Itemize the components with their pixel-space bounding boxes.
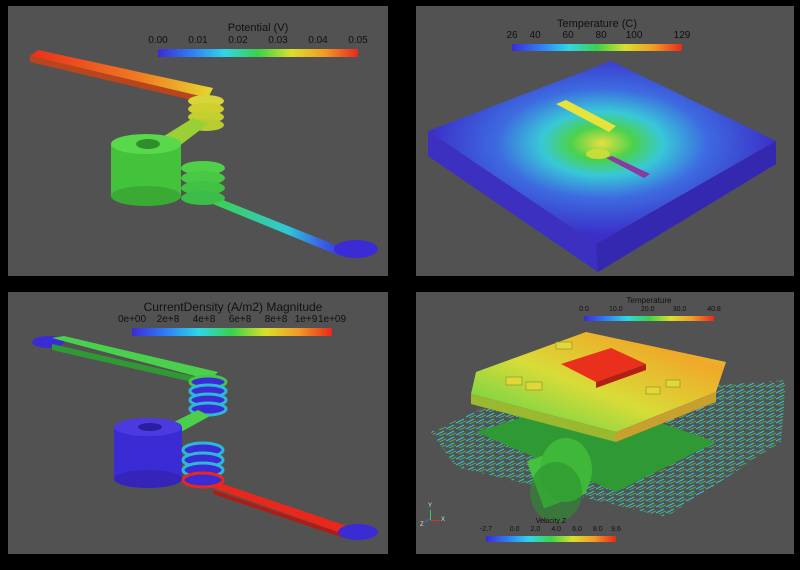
current-density-tick: 2e+8 [156, 314, 180, 325]
current-density-tick: 8e+8 [264, 314, 288, 325]
current-density-tick: 4e+8 [192, 314, 216, 325]
temperature-colorbar [512, 44, 682, 51]
temperature-tick: 60 [562, 30, 574, 41]
board-temperature-tick: 30.0 [672, 306, 687, 313]
velocity-tick: 8.0 [592, 526, 603, 533]
potential-tick: 0.01 [188, 35, 208, 46]
board-temperature-colorbar-title: Temperature [626, 296, 672, 305]
panel-temperature: Temperature (C) 26 40 60 80 100 129 [416, 6, 794, 276]
potential-tick: 0.04 [308, 35, 328, 46]
bottom-coil [181, 441, 225, 489]
potential-colorbar [158, 49, 358, 57]
potential-tick: 0.00 [148, 35, 168, 46]
current-density-tick: 6e+8 [228, 314, 252, 325]
panel-current-density: CurrentDensity (A/m2) Magnitude 0e+00 2e… [8, 292, 388, 554]
current-density-colorbar-title: CurrentDensity (A/m2) Magnitude [143, 300, 323, 314]
board-temperature-tick: 40.8 [707, 306, 721, 313]
panel-potential: Potential (V) 0.00 0.01 0.02 0.03 0.04 0… [8, 6, 388, 276]
bottom-coil [181, 161, 225, 205]
current-density-tick: 0e+00 [117, 314, 147, 325]
temperature-tick: 26 [506, 30, 518, 41]
axis-x-label: X [441, 517, 446, 523]
potential-colorbar-title: Potential (V) [227, 22, 289, 34]
axis-y-label: Y [428, 503, 433, 509]
temperature-tick: 40 [529, 30, 541, 41]
current-density-colorbar [132, 328, 332, 336]
velocity-tick: 9.6 [611, 526, 621, 533]
potential-colorbar-ticks: 0.00 0.01 0.02 0.03 0.04 0.05 [148, 35, 367, 48]
panel-airflow: Temperature 0.0 10.0 20.0 30.0 40.8 Y X … [416, 292, 794, 554]
current-density-colorbar-ticks: 0e+00 2e+8 4e+8 6e+8 8e+8 1e+9 1e+09 [118, 314, 346, 327]
velocity-tick: 4.0 [551, 526, 562, 533]
board-temperature-tick: 0.0 [579, 306, 589, 313]
axes-triad: Y X Z [420, 503, 446, 528]
potential-tick: 0.02 [228, 35, 248, 46]
temperature-tick: 80 [595, 30, 607, 41]
axis-z-label: Z [420, 522, 424, 528]
board-temperature-colorbar-ticks: 0.0 10.0 20.0 30.0 40.8 [579, 306, 721, 316]
current-density-tick: 1e+9 [294, 314, 318, 325]
temperature-tick: 129 [673, 30, 691, 41]
velocity-tick: 0.0 [509, 526, 520, 533]
board-temperature-colorbar [584, 316, 714, 321]
velocity-tick: 6.0 [572, 526, 582, 533]
velocity-colorbar-title: Velocity Z [535, 518, 567, 525]
potential-tick: 0.03 [268, 35, 288, 46]
velocity-colorbar [486, 536, 616, 542]
cylinder [111, 134, 181, 206]
velocity-colorbar-ticks: -2.7 0.0 2.0 4.0 6.0 8.0 9.6 [480, 526, 621, 536]
cylinder [114, 418, 182, 488]
temperature-colorbar-title: Temperature (C) [556, 18, 638, 30]
current-density-tick: 1e+09 [317, 314, 347, 325]
potential-tick: 0.05 [348, 35, 368, 46]
top-coil [188, 374, 228, 417]
airflow-model [431, 332, 786, 522]
velocity-tick: -2.7 [479, 526, 493, 533]
board-temperature-tick: 20.0 [640, 306, 655, 313]
temperature-colorbar-ticks: 26 40 60 80 100 129 [506, 30, 690, 43]
board-temperature-tick: 10.0 [609, 306, 623, 313]
velocity-tick: 2.0 [530, 526, 541, 533]
temperature-tick: 100 [625, 30, 643, 41]
